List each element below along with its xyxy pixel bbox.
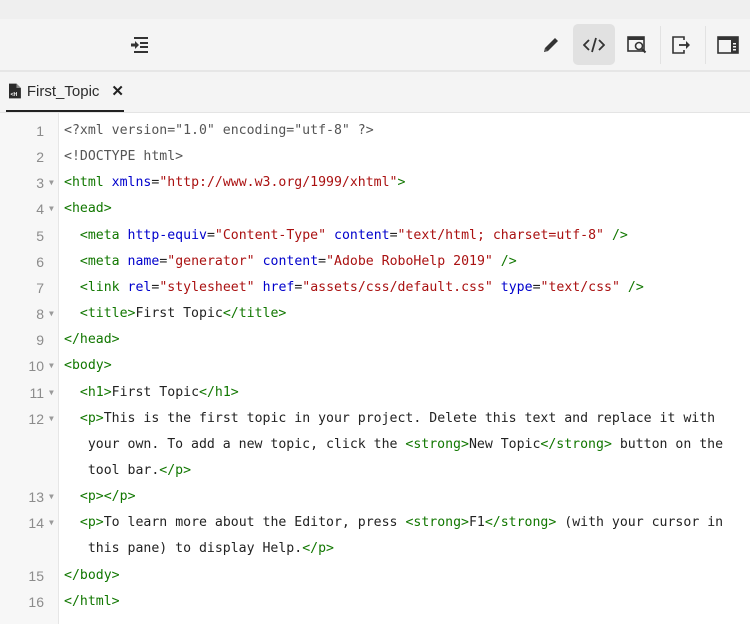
line-number: 2 [36, 149, 44, 166]
panel-icon [717, 35, 739, 54]
code-text: <!DOCTYPE html> [64, 149, 184, 165]
code-editor[interactable]: 1 <?xml version="1.0" encoding="utf-8" ?>… [0, 113, 750, 624]
line-number: 12 [28, 410, 44, 427]
toggle-panel-button[interactable] [119, 24, 161, 65]
code-text: <title>First Topic</title> [79, 306, 287, 322]
line-number: 13 [28, 489, 44, 506]
toolbar-separator [705, 26, 706, 64]
line-number: 10 [28, 358, 44, 375]
tab-first-topic[interactable]: <H First_Topic ✕ [6, 72, 124, 112]
line-number: 7 [36, 279, 44, 296]
code-text: <link rel="stylesheet" href="assets/css/… [79, 279, 644, 295]
code-text: <p>To learn more about the Editor, press… [79, 515, 724, 531]
code-text: this pane) to display Help.</p> [64, 541, 334, 557]
fold-arrow-icon[interactable]: ▼ [49, 510, 54, 536]
export-button[interactable] [661, 24, 703, 65]
export-icon [672, 35, 690, 54]
code-text: </body> [64, 567, 120, 583]
code-text: <head> [64, 201, 112, 217]
code-text: tool bar.</p> [64, 462, 192, 478]
pencil-icon [544, 37, 558, 52]
close-icon[interactable]: ✕ [111, 82, 124, 100]
code-text: </head> [64, 332, 120, 348]
source-view-button[interactable] [573, 24, 615, 65]
code-icon [583, 37, 605, 52]
code-text: <meta http-equiv="Content-Type" content=… [79, 227, 628, 243]
tab-label: First_Topic [26, 82, 100, 100]
toggle-right-panel-button[interactable] [707, 24, 749, 65]
indent-icon [131, 36, 148, 53]
svg-text:<H: <H [10, 92, 17, 98]
editor-toolbar [0, 19, 750, 72]
code-text: your own. To add a new topic, click the … [64, 436, 724, 452]
document-tab-bar: <H First_Topic ✕ [0, 72, 750, 113]
code-text: <?xml version="1.0" encoding="utf-8" ?> [64, 123, 374, 138]
code-text: <h1>First Topic</h1> [79, 384, 239, 400]
fold-arrow-icon[interactable]: ▼ [49, 484, 54, 510]
preview-icon [627, 35, 647, 53]
line-number: 1 [36, 123, 44, 139]
line-number: 5 [36, 227, 44, 244]
line-number: 3 [36, 175, 44, 192]
line-number: 6 [36, 253, 44, 270]
fold-arrow-icon[interactable]: ▼ [49, 301, 54, 327]
line-number: 4 [36, 201, 44, 218]
html-file-icon: <H [9, 83, 21, 99]
fold-arrow-icon[interactable]: ▼ [49, 353, 54, 379]
code-text: <html xmlns="http://www.w3.org/1999/xhtm… [64, 175, 406, 191]
window-top-strip [0, 0, 750, 19]
line-number: 8 [36, 306, 44, 323]
preview-button[interactable] [616, 24, 658, 65]
line-number: 11 [29, 384, 44, 401]
code-text: <p>This is the first topic in your proje… [79, 410, 716, 426]
code-text: <p></p> [79, 489, 136, 505]
code-text: <body> [64, 358, 112, 374]
fold-arrow-icon[interactable]: ▼ [49, 406, 54, 432]
line-number: 15 [28, 567, 44, 584]
author-view-button[interactable] [530, 24, 572, 65]
fold-arrow-icon[interactable]: ▼ [49, 170, 54, 196]
fold-arrow-icon[interactable]: ▼ [49, 196, 54, 222]
code-text: </html> [64, 593, 120, 609]
code-text: <meta name="generator" content="Adobe Ro… [79, 253, 517, 269]
line-number: 9 [36, 332, 44, 349]
line-number: 14 [28, 515, 44, 532]
fold-arrow-icon[interactable]: ▼ [49, 380, 54, 406]
line-number: 16 [28, 593, 44, 610]
